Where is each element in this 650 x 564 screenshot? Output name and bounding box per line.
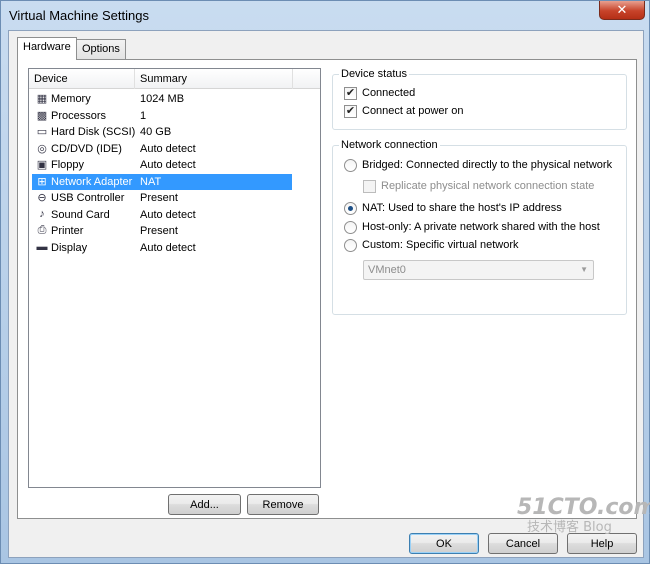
device-name: Network Adapter: [51, 175, 133, 188]
tab-hardware[interactable]: Hardware: [17, 37, 77, 60]
device-row-display[interactable]: ▬ Display Auto detect: [32, 240, 292, 256]
replicate-checkbox-row[interactable]: Replicate physical network connection st…: [363, 179, 603, 194]
network-connection-title: Network connection: [339, 139, 440, 151]
device-row-network-adapter[interactable]: ⊞ Network Adapter NAT: [32, 173, 292, 190]
vmnet-select[interactable]: VMnet0 ▼: [363, 260, 594, 280]
add-button[interactable]: Add...: [168, 494, 241, 515]
title-bar[interactable]: Virtual Machine Settings ✕: [1, 1, 649, 29]
tab-options[interactable]: Options: [76, 39, 126, 59]
replicate-label: Replicate physical network connection st…: [381, 180, 595, 192]
host-only-label: Host-only: A private network shared with…: [362, 221, 600, 233]
device-row-usb-controller[interactable]: ⊖ USB Controller Present: [32, 190, 292, 206]
dialog-client: Hardware Options Device Summary ▦ Memory…: [8, 30, 644, 558]
dialog-window: Virtual Machine Settings ✕ Hardware Opti…: [0, 0, 650, 564]
memory-icon: ▦: [36, 93, 48, 105]
device-summary: 1: [140, 109, 147, 122]
ok-button[interactable]: OK: [409, 533, 479, 554]
hard-disk-icon: ▭: [36, 126, 48, 138]
network-connection-group: Network connection Bridged: Connected di…: [332, 139, 627, 315]
usb-icon: ⊖: [37, 192, 47, 204]
device-row-processors[interactable]: ▩ Processors 1: [32, 108, 292, 124]
chevron-down-icon: ▼: [580, 265, 588, 274]
device-row-printer[interactable]: ⎙ Printer Present: [32, 223, 292, 239]
vmnet-value: VMnet0: [368, 264, 406, 276]
device-summary: Auto detect: [140, 142, 196, 155]
nat-radio[interactable]: [344, 202, 357, 215]
close-button[interactable]: ✕: [599, 1, 645, 20]
replicate-checkbox[interactable]: [363, 180, 376, 193]
device-name: Memory: [51, 93, 91, 105]
device-row-cd-dvd[interactable]: ◎ CD/DVD (IDE) Auto detect: [32, 141, 292, 157]
host-only-radio[interactable]: [344, 221, 357, 234]
connected-checkbox[interactable]: ✔: [344, 87, 357, 100]
remove-button[interactable]: Remove: [247, 494, 319, 515]
connect-at-power-on-label: Connect at power on: [362, 105, 464, 117]
help-button[interactable]: Help: [567, 533, 637, 554]
bridged-radio[interactable]: [344, 159, 357, 172]
device-summary: Auto detect: [140, 241, 196, 254]
device-name: CD/DVD (IDE): [51, 142, 122, 155]
device-name: Display: [51, 241, 88, 254]
nat-radio-row[interactable]: NAT: Used to share the host's IP address: [344, 201, 614, 216]
device-summary: Auto detect: [140, 208, 196, 221]
device-summary: Present: [140, 225, 178, 237]
cd-dvd-icon: ◎: [37, 142, 47, 155]
bridged-label: Bridged: Connected directly to the physi…: [362, 159, 613, 171]
nat-label: NAT: Used to share the host's IP address: [362, 202, 562, 214]
printer-icon: ⎙: [37, 224, 47, 236]
connected-label: Connected: [362, 87, 416, 99]
bridged-radio-row[interactable]: Bridged: Connected directly to the physi…: [344, 158, 614, 173]
device-name: Floppy: [51, 159, 85, 171]
device-summary: NAT: [140, 175, 162, 188]
column-header-summary[interactable]: Summary: [135, 69, 293, 89]
network-adapter-icon: ⊞: [37, 175, 47, 188]
device-row-floppy[interactable]: ▣ Floppy Auto detect: [32, 157, 292, 173]
device-status-title: Device status: [339, 68, 410, 80]
device-row-memory[interactable]: ▦ Memory 1024 MB: [32, 91, 292, 107]
device-name: Hard Disk (SCSI): [51, 126, 136, 138]
device-summary: Auto detect: [140, 159, 196, 171]
column-header-device[interactable]: Device: [29, 69, 135, 89]
processor-icon: ▩: [36, 109, 48, 122]
device-summary: 1024 MB: [140, 93, 185, 105]
device-row-sound-card[interactable]: ♪ Sound Card Auto detect: [32, 207, 292, 223]
close-icon: ✕: [616, 2, 628, 17]
device-row-hard-disk[interactable]: ▭ Hard Disk (SCSI) 40 GB: [32, 124, 292, 140]
device-name: Sound Card: [51, 208, 110, 221]
cancel-button[interactable]: Cancel: [488, 533, 558, 554]
device-summary: 40 GB: [140, 126, 172, 138]
device-summary: Present: [140, 192, 178, 204]
device-name: Printer: [51, 225, 84, 237]
custom-radio[interactable]: [344, 239, 357, 252]
device-name: Processors: [51, 109, 107, 122]
window-title: Virtual Machine Settings: [9, 8, 149, 23]
hardware-panel: Device Summary ▦ Memory 1024 MB ▩ Proces…: [17, 59, 637, 519]
host-only-radio-row[interactable]: Host-only: A private network shared with…: [344, 220, 614, 235]
display-icon: ▬: [36, 241, 48, 253]
device-list[interactable]: Device Summary ▦ Memory 1024 MB ▩ Proces…: [28, 68, 321, 488]
list-header: Device Summary: [29, 69, 320, 89]
sound-card-icon: ♪: [39, 208, 45, 220]
device-name: USB Controller: [51, 192, 125, 204]
connect-at-power-on-checkbox-row[interactable]: ✔ Connect at power on: [344, 104, 544, 119]
connected-checkbox-row[interactable]: ✔ Connected: [344, 86, 544, 101]
connect-at-power-on-checkbox[interactable]: ✔: [344, 105, 357, 118]
floppy-icon: ▣: [36, 159, 48, 171]
custom-radio-row[interactable]: Custom: Specific virtual network: [344, 238, 614, 253]
custom-label: Custom: Specific virtual network: [362, 239, 519, 251]
device-status-group: Device status ✔ Connected ✔ Connect at p…: [332, 68, 627, 130]
